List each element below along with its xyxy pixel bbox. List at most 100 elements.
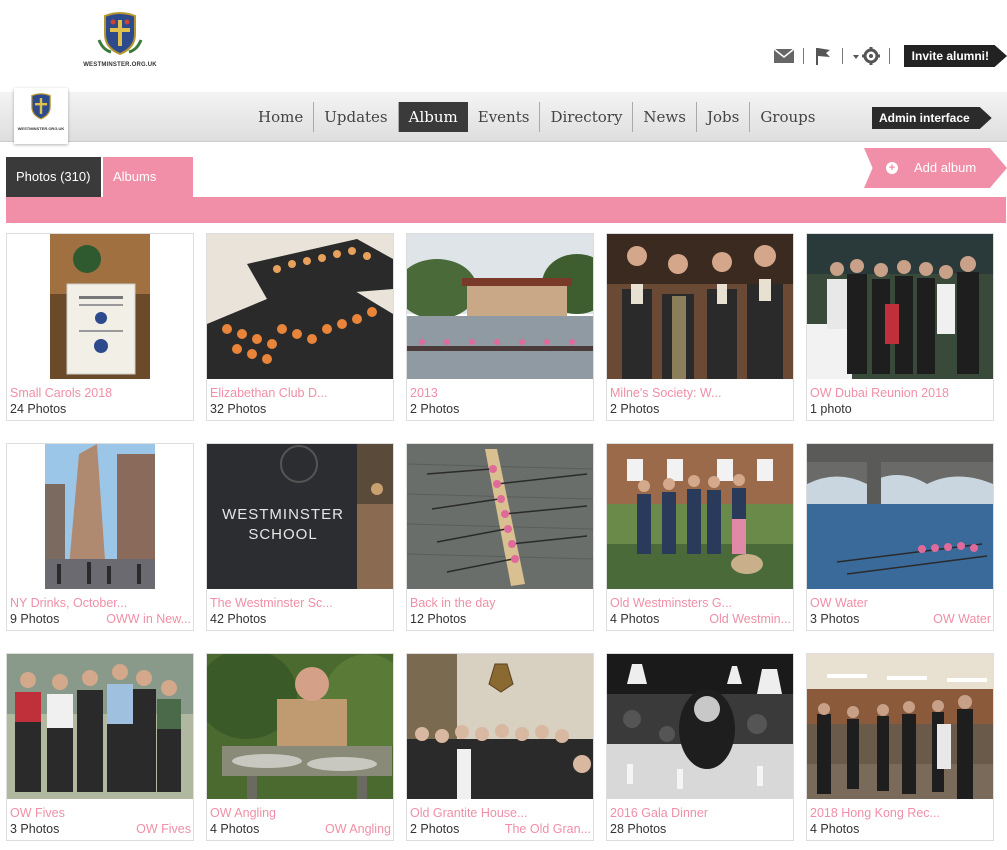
album-photo-count: 4 Photos bbox=[810, 822, 860, 836]
mail-icon[interactable] bbox=[773, 45, 795, 67]
album-thumbnail[interactable] bbox=[7, 654, 193, 799]
album-title[interactable]: Elizabethan Club D... bbox=[210, 386, 390, 400]
album-title[interactable]: The Westminster Sc... bbox=[210, 596, 390, 610]
album-title[interactable]: Old Grantite House... bbox=[410, 806, 590, 820]
add-album-button[interactable]: + Add album bbox=[864, 148, 1007, 188]
album-thumbnail[interactable] bbox=[607, 444, 793, 589]
top-header: WESTMINSTER.ORG.UK Invite alumni! bbox=[0, 0, 1007, 92]
nav-logo[interactable]: WESTMINSTER.ORG.UK bbox=[14, 88, 68, 144]
album-photo-count: 4 Photos bbox=[610, 612, 660, 626]
album-title[interactable]: Small Carols 2018 bbox=[10, 386, 190, 400]
album-photo-count: 2 Photos bbox=[410, 402, 460, 416]
invite-alumni-button[interactable]: Invite alumni! bbox=[903, 45, 1007, 67]
site-logo[interactable]: WESTMINSTER.ORG.UK bbox=[80, 10, 160, 84]
album-card[interactable]: 2013 2 Photos bbox=[406, 233, 594, 421]
album-card[interactable]: OW Dubai Reunion 2018 1 photo bbox=[806, 233, 994, 421]
album-card[interactable]: NY Drinks, October... 9 Photos OWW in Ne… bbox=[6, 443, 194, 631]
album-thumbnail[interactable] bbox=[407, 234, 593, 379]
main-navbar: WESTMINSTER.ORG.UK Home Updates Album Ev… bbox=[0, 88, 1007, 144]
album-thumbnail[interactable] bbox=[807, 444, 993, 589]
album-group-tag[interactable]: Old Westmin... bbox=[709, 612, 791, 626]
album-card[interactable]: Old Grantite House... 2 Photos The Old G… bbox=[406, 653, 594, 841]
flag-icon[interactable] bbox=[812, 45, 834, 67]
album-thumbnail[interactable] bbox=[207, 654, 393, 799]
admin-interface-button[interactable]: Admin interface bbox=[872, 107, 992, 129]
album-photo-count: 28 Photos bbox=[610, 822, 667, 836]
album-thumbnail[interactable] bbox=[807, 234, 993, 379]
album-card[interactable]: Back in the day 12 Photos bbox=[406, 443, 594, 631]
svg-text:WESTMINSTER: WESTMINSTER bbox=[222, 506, 344, 523]
album-group-tag[interactable]: OW Water bbox=[933, 612, 991, 626]
add-album-label: Add album bbox=[914, 160, 977, 175]
album-title[interactable]: 2018 Hong Kong Rec... bbox=[810, 806, 990, 820]
album-photo-count: 3 Photos bbox=[810, 612, 860, 626]
album-thumbnail[interactable] bbox=[7, 234, 193, 379]
album-card[interactable]: 2016 Gala Dinner 28 Photos bbox=[606, 653, 794, 841]
nav-item-updates[interactable]: Updates bbox=[314, 102, 399, 132]
album-thumbnail[interactable] bbox=[607, 234, 793, 379]
album-card[interactable]: Small Carols 2018 24 Photos bbox=[6, 233, 194, 421]
nav-item-jobs[interactable]: Jobs bbox=[697, 102, 751, 132]
settings-gear-icon[interactable] bbox=[851, 45, 881, 67]
nav-item-directory[interactable]: Directory bbox=[540, 102, 634, 132]
album-card[interactable]: Elizabethan Club D... 32 Photos bbox=[206, 233, 394, 421]
album-title[interactable]: OW Angling bbox=[210, 806, 390, 820]
album-title[interactable]: NY Drinks, October... bbox=[10, 596, 190, 610]
album-title[interactable]: OW Fives bbox=[10, 806, 190, 820]
divider bbox=[841, 48, 843, 64]
album-card[interactable]: WESTMINSTER SCHOOL The Westminster Sc...… bbox=[206, 443, 394, 631]
nav-item-album[interactable]: Album bbox=[398, 102, 468, 132]
album-thumbnail[interactable] bbox=[807, 654, 993, 799]
album-photo-count: 2 Photos bbox=[610, 402, 660, 416]
album-card[interactable]: OW Angling 4 Photos OW Angling bbox=[206, 653, 394, 841]
site-url: WESTMINSTER.ORG.UK bbox=[83, 62, 157, 68]
album-thumbnail[interactable] bbox=[407, 444, 593, 589]
album-thumbnail[interactable]: WESTMINSTER SCHOOL bbox=[207, 444, 393, 589]
nav-menu: Home Updates Album Events Directory News… bbox=[248, 102, 825, 132]
album-title[interactable]: 2013 bbox=[410, 386, 590, 400]
album-title[interactable]: OW Dubai Reunion 2018 bbox=[810, 386, 990, 400]
crest-small-icon bbox=[31, 93, 51, 120]
album-title[interactable]: OW Water bbox=[810, 596, 990, 610]
album-photo-count: 1 photo bbox=[810, 402, 852, 416]
plus-icon: + bbox=[886, 162, 898, 174]
album-photo-count: 4 Photos bbox=[210, 822, 260, 836]
album-card[interactable]: Milne's Society: W... 2 Photos bbox=[606, 233, 794, 421]
album-photo-count: 42 Photos bbox=[210, 612, 267, 626]
section-bar bbox=[6, 197, 1006, 223]
album-group-tag[interactable]: OWW in New... bbox=[106, 612, 191, 626]
nav-item-news[interactable]: News bbox=[633, 102, 697, 132]
album-photo-count: 24 Photos bbox=[10, 402, 67, 416]
album-photo-count: 12 Photos bbox=[410, 612, 467, 626]
nav-item-groups[interactable]: Groups bbox=[750, 102, 825, 132]
album-group-tag[interactable]: The Old Gran... bbox=[505, 822, 591, 836]
nav-item-home[interactable]: Home bbox=[248, 102, 315, 132]
album-card[interactable]: OW Fives 3 Photos OW Fives bbox=[6, 653, 194, 841]
album-thumbnail[interactable] bbox=[207, 234, 393, 379]
crest-icon bbox=[97, 12, 143, 56]
divider bbox=[888, 48, 890, 64]
album-thumbnail[interactable] bbox=[607, 654, 793, 799]
tab-albums[interactable]: Albums (17) bbox=[103, 157, 193, 224]
tab-photos[interactable]: Photos (310) bbox=[6, 157, 101, 197]
album-group-tag[interactable]: OW Angling bbox=[325, 822, 391, 836]
album-title[interactable]: Milne's Society: W... bbox=[610, 386, 790, 400]
album-card[interactable]: OW Water 3 Photos OW Water bbox=[806, 443, 994, 631]
site-url-small: WESTMINSTER.ORG.UK bbox=[17, 126, 65, 131]
svg-text:SCHOOL: SCHOOL bbox=[248, 526, 317, 543]
album-title[interactable]: Old Westminsters G... bbox=[610, 596, 790, 610]
album-group-tag[interactable]: OW Fives bbox=[136, 822, 191, 836]
nav-item-events[interactable]: Events bbox=[468, 102, 541, 132]
album-card[interactable]: 2018 Hong Kong Rec... 4 Photos bbox=[806, 653, 994, 841]
album-title[interactable]: 2016 Gala Dinner bbox=[610, 806, 790, 820]
album-card[interactable]: Old Westminsters G... 4 Photos Old Westm… bbox=[606, 443, 794, 631]
divider bbox=[802, 48, 804, 64]
top-toolbar: Invite alumni! bbox=[773, 44, 1007, 68]
album-thumbnail[interactable] bbox=[407, 654, 593, 799]
album-photo-count: 9 Photos bbox=[10, 612, 60, 626]
album-title[interactable]: Back in the day bbox=[410, 596, 590, 610]
album-photo-count: 32 Photos bbox=[210, 402, 267, 416]
album-photo-count: 2 Photos bbox=[410, 822, 460, 836]
album-photo-count: 3 Photos bbox=[10, 822, 60, 836]
album-thumbnail[interactable] bbox=[7, 444, 193, 589]
